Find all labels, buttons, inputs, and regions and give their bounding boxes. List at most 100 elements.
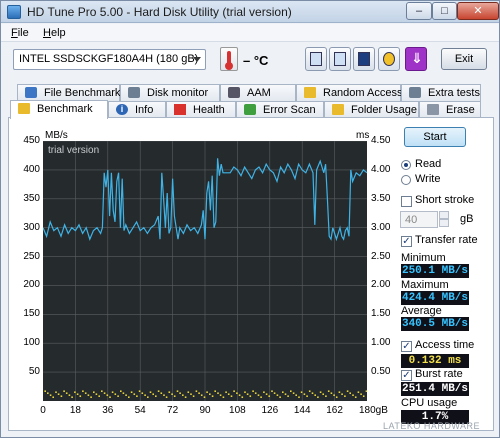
spin-down-icon[interactable]	[439, 219, 449, 227]
access-time-point	[276, 394, 279, 396]
access-time-point	[344, 395, 346, 397]
access-time-point	[211, 395, 214, 397]
tab-label: Random Access	[323, 87, 403, 99]
y-tick-label: 300	[23, 221, 40, 233]
access-time-point	[282, 391, 284, 393]
copy-screenshot-button[interactable]	[329, 47, 351, 71]
maximize-button[interactable]: □	[432, 2, 457, 20]
transfer-rate-checkbox[interactable]: ✓	[401, 236, 412, 247]
tab-label: Folder Usage	[351, 104, 418, 116]
tab-folder-usage[interactable]: Folder Usage	[324, 101, 419, 118]
tab-extra-tests[interactable]: Extra tests	[401, 84, 481, 101]
x-tick-label: 54	[134, 405, 146, 416]
download-icon: ⇓	[411, 50, 423, 66]
file-benchmark-icon	[25, 87, 37, 98]
menu-file[interactable]: File	[11, 27, 29, 39]
burst-rate-checkbox[interactable]: ✓	[401, 370, 412, 381]
access-time-point	[254, 392, 257, 394]
access-time-point	[311, 392, 314, 394]
thermometer-icon	[220, 47, 238, 71]
access-time-point	[155, 395, 157, 397]
access-time-point	[117, 395, 119, 397]
y2-tick-label: 1.50	[371, 308, 391, 320]
download-button[interactable]: ⇓	[405, 47, 427, 71]
access-time-point	[225, 391, 227, 393]
options-button[interactable]	[378, 47, 400, 71]
short-stroke-checkbox[interactable]	[401, 196, 412, 207]
access-time-point	[74, 391, 76, 393]
menu-help-key: H	[43, 27, 51, 39]
spin-up-icon[interactable]	[439, 211, 449, 219]
access-time-point	[111, 391, 114, 393]
close-button[interactable]: ✕	[457, 2, 499, 20]
access-time-point	[149, 391, 152, 393]
access-time-point	[198, 392, 200, 394]
read-radio[interactable]	[401, 160, 411, 170]
access-time-point	[273, 392, 276, 394]
tab-error-scan[interactable]: Error Scan	[236, 101, 324, 118]
access-time-point	[152, 393, 154, 395]
tab-file-benchmark[interactable]: File Benchmark	[17, 84, 120, 101]
x-tick-label: 36	[102, 405, 114, 416]
access-time-point	[341, 393, 343, 395]
x-tick-label: 144	[293, 405, 311, 416]
tab-label: Health	[193, 104, 225, 116]
access-time-point	[200, 394, 203, 396]
tab-random-access[interactable]: Random Access	[296, 84, 403, 101]
title-bar[interactable]: HD Tune Pro 5.00 - Hard Disk Utility (tr…	[1, 1, 499, 23]
erase-icon	[427, 104, 439, 115]
minimize-button[interactable]: –	[406, 2, 432, 20]
y-tick-label: 150	[23, 308, 40, 320]
y2-tick-label: 4.00	[371, 163, 391, 175]
write-radio[interactable]	[401, 175, 411, 185]
access-time-point	[246, 393, 249, 395]
tab-erase[interactable]: Erase	[419, 101, 481, 118]
y2-tick-label: 3.00	[371, 221, 391, 233]
access-time-point	[295, 394, 297, 396]
access-time-point	[322, 393, 324, 395]
access-time-point	[265, 393, 268, 395]
menu-help-rest: elp	[50, 27, 66, 39]
access-time-point	[87, 394, 90, 396]
tab-info[interactable]: i Info	[108, 101, 166, 118]
menu-help[interactable]: Help	[43, 27, 66, 39]
y-tick-label: 200	[23, 279, 40, 291]
random-access-icon	[304, 87, 316, 98]
tab-health[interactable]: Health	[166, 101, 236, 118]
x-tick-label: 108	[229, 405, 246, 416]
access-time-point	[103, 392, 106, 394]
tab-label: Error Scan	[263, 104, 316, 116]
x-tick-label: 72	[167, 405, 179, 416]
access-time-point	[57, 393, 60, 395]
menu-bar: File Help	[1, 24, 499, 42]
menu-file-rest: ile	[17, 27, 29, 39]
extra-tests-icon	[409, 87, 421, 98]
access-time-point	[360, 393, 362, 395]
tab-disk-monitor[interactable]: Disk monitor	[120, 84, 220, 101]
tab-aam[interactable]: AAM	[220, 84, 296, 101]
write-label: Write	[415, 173, 441, 185]
save-button[interactable]	[353, 47, 375, 71]
start-button[interactable]: Start	[404, 127, 466, 147]
transfer-rate-label: Transfer rate	[415, 234, 478, 246]
drive-select[interactable]: INTEL SSDSCKGF180A4H (180 gB)	[13, 49, 206, 70]
access-time-point	[109, 396, 111, 398]
x-tick-label: 18	[69, 405, 81, 416]
access-time-point	[122, 392, 125, 394]
access-time-label: Access time	[415, 339, 475, 351]
copy-info-button[interactable]	[305, 47, 327, 71]
access-time-point	[308, 390, 311, 392]
disk-monitor-icon	[128, 87, 140, 98]
access-time-point	[217, 392, 219, 394]
maximum-label: Maximum	[401, 279, 449, 291]
access-time-point	[157, 390, 160, 392]
access-time-checkbox[interactable]: ✓	[401, 341, 412, 352]
access-time-point	[298, 396, 300, 398]
access-time-point	[219, 394, 222, 396]
exit-button[interactable]: Exit	[441, 48, 487, 70]
access-time-point	[182, 394, 184, 396]
tab-benchmark[interactable]: Benchmark	[10, 100, 108, 119]
trial-version-overlay: trial version	[48, 145, 99, 156]
access-time-point	[147, 396, 149, 398]
stroke-size-input[interactable]: 40	[400, 211, 438, 228]
